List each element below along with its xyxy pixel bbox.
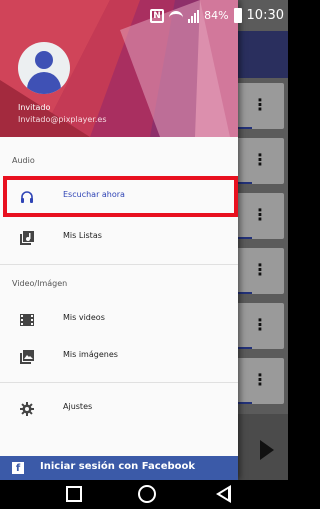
status-bar: N 84% 10:30 <box>0 0 288 31</box>
user-name: Invitado <box>18 103 51 112</box>
facebook-login-button[interactable]: f Iniciar sesión con Facebook <box>0 456 238 480</box>
overflow-menu-icon[interactable]: ⋮ <box>252 317 268 333</box>
menu-item-mis-listas[interactable]: Mis Listas <box>6 221 236 255</box>
navigation-drawer: Invitado Invitado@pixplayer.es Audio Esc… <box>0 0 238 480</box>
section-label-video-imagen: Video/Imágen <box>12 279 68 288</box>
battery-icon <box>233 8 242 23</box>
menu-item-mis-imagenes[interactable]: Mis imágenes <box>6 340 236 374</box>
overflow-menu-icon[interactable]: ⋮ <box>252 207 268 223</box>
menu-item-label: Mis Listas <box>63 231 102 240</box>
image-icon <box>20 350 34 364</box>
avatar[interactable] <box>18 42 70 94</box>
section-label-audio: Audio <box>12 156 35 165</box>
overflow-menu-icon[interactable]: ⋮ <box>252 97 268 113</box>
wifi-icon <box>169 10 184 21</box>
menu-item-ajustes[interactable]: Ajustes <box>6 392 236 426</box>
divider <box>0 264 238 265</box>
overflow-menu-icon[interactable]: ⋮ <box>252 372 268 388</box>
battery-percent: 84% <box>204 9 229 22</box>
recent-apps-icon[interactable] <box>66 486 82 502</box>
navigation-bar <box>0 480 288 509</box>
user-email: Invitado@pixplayer.es <box>18 115 107 124</box>
facebook-login-label: Iniciar sesión con Facebook <box>40 461 196 472</box>
menu-item-label: Ajustes <box>63 402 93 411</box>
menu-item-label: Mis imágenes <box>63 350 118 359</box>
home-icon[interactable] <box>138 485 156 503</box>
facebook-icon: f <box>12 462 24 474</box>
selection-highlight <box>3 176 238 217</box>
gear-icon <box>20 402 34 416</box>
overflow-menu-icon[interactable]: ⋮ <box>252 152 268 168</box>
overflow-menu-icon[interactable]: ⋮ <box>252 262 268 278</box>
signal-icon <box>188 9 200 23</box>
clock: 10:30 <box>246 8 284 23</box>
menu-item-label: Mis videos <box>63 313 105 322</box>
film-icon <box>20 314 34 326</box>
playlist-icon <box>20 231 34 245</box>
play-icon[interactable] <box>260 440 274 460</box>
divider <box>0 382 238 383</box>
menu-item-mis-videos[interactable]: Mis videos <box>6 303 236 337</box>
nfc-icon: N <box>150 8 165 23</box>
